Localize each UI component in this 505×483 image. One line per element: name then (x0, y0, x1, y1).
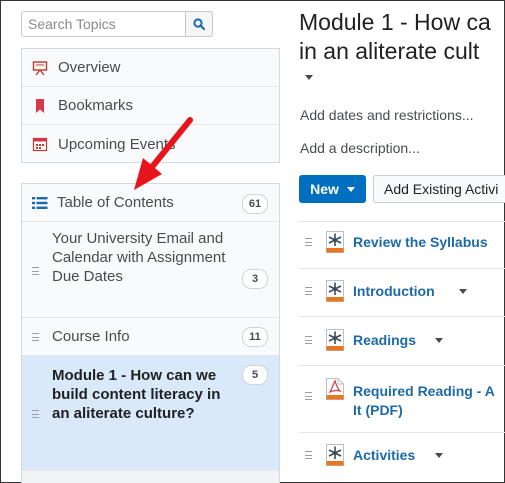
count-badge: 3 (242, 269, 268, 289)
count-badge: 61 (242, 194, 268, 214)
topic-row[interactable]: Readings (299, 329, 505, 357)
divider (299, 365, 505, 366)
topic-link[interactable]: Introduction (353, 282, 435, 301)
chevron-down-icon[interactable] (435, 338, 443, 343)
nav-item-bookmarks[interactable]: Bookmarks (22, 87, 279, 125)
add-description-link[interactable]: Add a description... (300, 140, 420, 156)
search-input[interactable] (28, 13, 178, 35)
drag-handle-icon[interactable] (305, 238, 313, 246)
search-box[interactable] (21, 11, 186, 37)
table-of-contents-panel: Table of Contents 61 Your University Ema… (21, 183, 280, 483)
page-title-line: in an aliterate cult (299, 38, 480, 64)
module-label: Course Info (52, 328, 130, 345)
drag-handle-icon[interactable] (32, 267, 40, 275)
chevron-down-icon (346, 186, 355, 192)
add-dates-link[interactable]: Add dates and restrictions... (300, 107, 474, 123)
topic-row[interactable]: Introduction (299, 280, 505, 308)
page-title: Module 1 - How ca in an aliterate cult (299, 8, 505, 66)
drag-handle-icon[interactable] (305, 392, 313, 400)
drag-handle-icon[interactable] (32, 410, 40, 418)
bookmark-icon (32, 98, 48, 114)
nav-item-overview[interactable]: Overview (22, 49, 279, 87)
page-title-line: Module 1 - How ca (299, 9, 491, 35)
overview-icon (32, 60, 48, 76)
topic-link[interactable]: Required Reading - A (353, 382, 495, 401)
nav-item-label: Bookmarks (58, 97, 134, 114)
toc-module-item-active[interactable]: Module 1 - How can we build content lite… (22, 356, 279, 471)
topic-row[interactable]: Review the Syllabus (299, 231, 505, 259)
count-badge: 11 (242, 327, 268, 347)
topic-row[interactable]: Required Reading - A It (PDF) (299, 378, 505, 422)
drag-handle-icon[interactable] (305, 287, 313, 295)
add-existing-activities-button[interactable]: Add Existing Activi (373, 175, 505, 203)
drag-handle-icon[interactable] (32, 333, 40, 341)
activity-icon (326, 444, 344, 466)
nav-item-label: Upcoming Events (58, 135, 176, 153)
divider (299, 316, 505, 317)
topic-row[interactable]: Activities (299, 444, 505, 472)
nav-item-upcoming-events[interactable]: Upcoming Events (22, 125, 279, 163)
toc-header[interactable]: Table of Contents 61 (22, 184, 279, 222)
search-button[interactable] (185, 11, 213, 37)
topic-link[interactable]: Readings (353, 331, 416, 350)
activity-icon (326, 280, 344, 302)
chevron-down-icon[interactable] (435, 453, 443, 458)
activity-icon (326, 329, 344, 351)
divider (299, 268, 505, 269)
topic-link[interactable]: Activities (353, 446, 415, 465)
divider (299, 432, 505, 433)
course-nav: Overview Bookmarks Upcoming Events (21, 48, 280, 163)
toc-module-item[interactable]: Your University Email and Calendar with … (22, 222, 279, 318)
module-label: Your University Email and Calendar with … (52, 230, 226, 285)
activity-icon (326, 231, 344, 253)
calendar-icon (32, 136, 48, 152)
chevron-down-icon[interactable] (459, 289, 467, 294)
count-badge: 5 (242, 365, 268, 385)
module-label: Module 1 - How can we build content lite… (52, 367, 221, 422)
drag-handle-icon[interactable] (305, 451, 313, 459)
drag-handle-icon[interactable] (305, 336, 313, 344)
nav-item-label: Overview (58, 59, 121, 76)
search-icon (193, 18, 205, 30)
new-button-label: New (310, 181, 339, 197)
pdf-icon (326, 378, 344, 400)
topic-link-continued[interactable]: It (PDF) (353, 401, 403, 420)
list-icon (32, 196, 48, 210)
toc-module-item[interactable]: Course Info 11 (22, 318, 279, 356)
new-button[interactable]: New (299, 175, 366, 203)
topic-link[interactable]: Review the Syllabus (353, 233, 488, 252)
toc-label: Table of Contents (57, 194, 174, 211)
title-menu-caret-icon[interactable] (305, 75, 313, 80)
divider (299, 221, 505, 222)
